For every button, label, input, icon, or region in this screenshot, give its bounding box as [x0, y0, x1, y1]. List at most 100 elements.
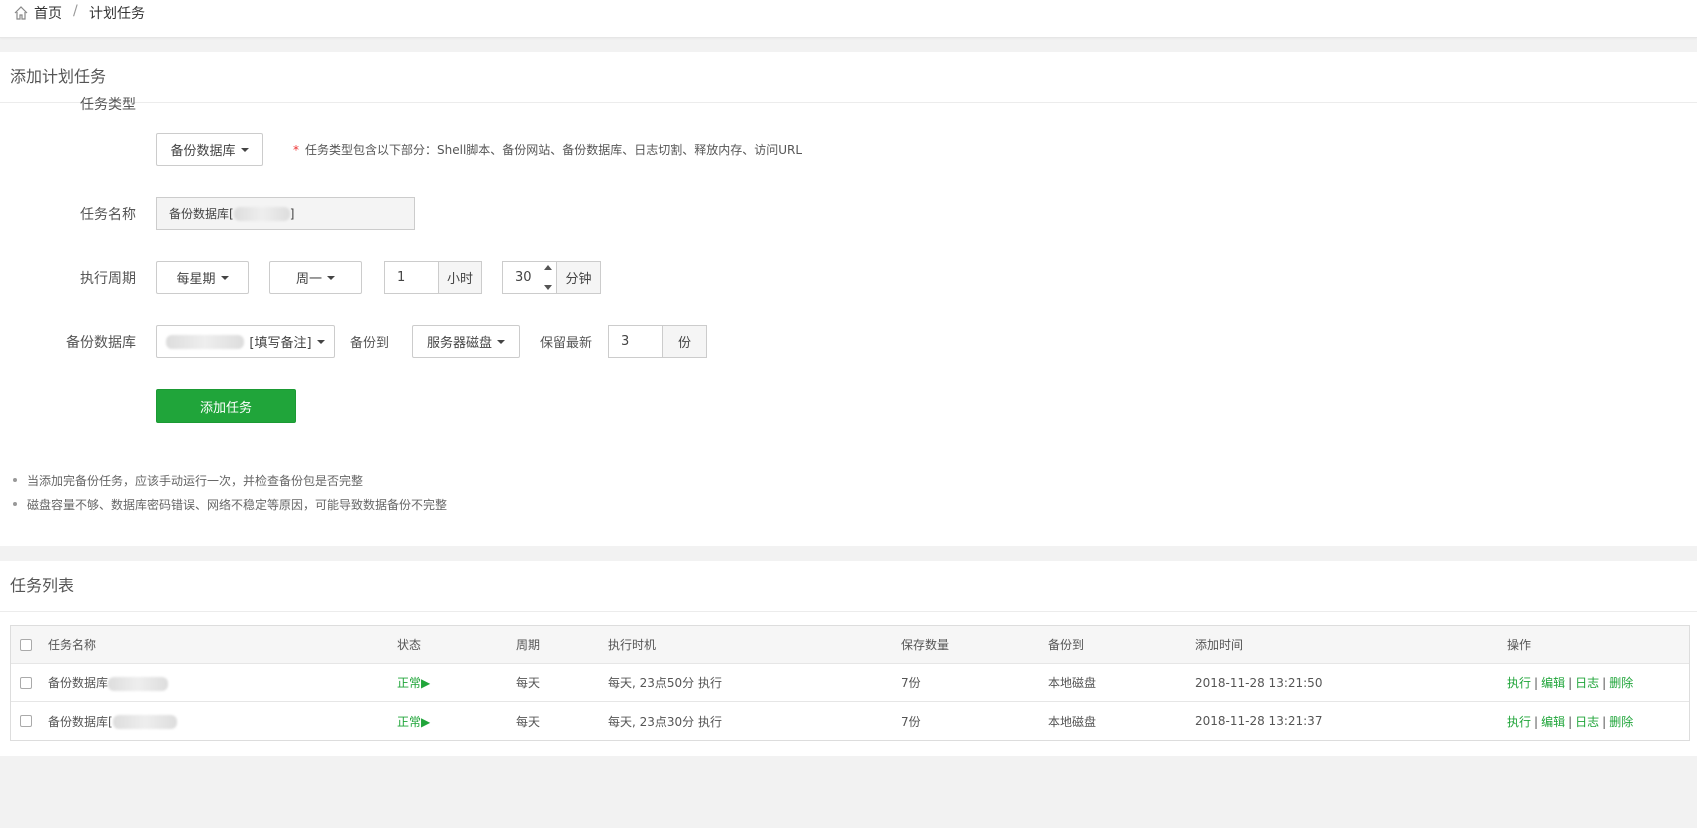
redacted-text — [112, 715, 177, 729]
added-time-cell: 2018-11-28 13:21:50 — [1195, 675, 1323, 690]
task-list-title: 任务列表 — [10, 576, 75, 595]
task-type-select[interactable]: 备份数据库 — [156, 133, 263, 166]
stepper-down-icon[interactable] — [544, 285, 552, 290]
edit-link[interactable]: 编辑 — [1541, 715, 1565, 729]
caret-down-icon — [220, 275, 229, 280]
task-name-cell: 备份数据库 — [48, 674, 169, 691]
table-row: 备份数据库[ 正常▶ 每天 每天, 23点30分 执行 7份 本地磁盘 2018… — [11, 702, 1689, 740]
cycle-cell: 每天 — [516, 714, 541, 729]
breadcrumb: 首页 / 计划任务 — [0, 0, 1697, 38]
redacted-text — [108, 676, 169, 691]
add-task-button[interactable]: 添加任务 — [156, 389, 296, 423]
task-name-input[interactable]: 备份数据库[ ] — [156, 197, 415, 230]
note-item: 当添加完备份任务，应该手动运行一次，并检查备份包是否完整 — [13, 468, 447, 492]
task-type-hint-text: 任务类型包含以下部分：Shell脚本、备份网站、备份数据库、日志切割、释放内存、… — [305, 143, 803, 157]
breadcrumb-separator: / — [73, 3, 78, 19]
column-header: 保存数量 — [901, 638, 950, 652]
added-time-cell: 2018-11-28 13:21:37 — [1195, 714, 1323, 728]
status-badge[interactable]: 正常▶ — [397, 674, 430, 691]
delete-link[interactable]: 删除 — [1609, 676, 1633, 690]
minute-stepper[interactable] — [541, 262, 555, 293]
caret-down-icon — [327, 275, 335, 280]
task-name-value: 备份数据库[ — [169, 207, 234, 221]
separator: | — [1568, 714, 1573, 729]
column-header: 状态 — [397, 638, 422, 652]
keep-input[interactable]: 3 — [608, 325, 663, 358]
minute-value: 30 — [515, 270, 532, 285]
caret-down-icon — [497, 339, 505, 344]
backup-to-select[interactable]: 服务器磁盘 — [412, 325, 520, 358]
note-item: 磁盘容量不够、数据库密码错误、网络不稳定等原因，可能导致数据备份不完整 — [13, 492, 447, 516]
keep-value: 3 — [621, 334, 630, 349]
column-header: 任务名称 — [48, 638, 97, 652]
row-actions: 执行 | 编辑 | 日志 | 删除 — [1507, 674, 1633, 691]
cycle-cell: 每天 — [516, 676, 541, 690]
redacted-text — [166, 334, 245, 349]
redacted-text — [233, 206, 290, 221]
panel-divider — [0, 102, 1697, 103]
timing-cell: 每天, 23点50分 执行 — [608, 676, 722, 690]
minute-unit: 分钟 — [557, 261, 601, 294]
hour-unit: 小时 — [439, 261, 482, 294]
db-select[interactable]: [填写备注] — [156, 325, 335, 358]
hour-value: 1 — [397, 270, 406, 285]
breadcrumb-current: 计划任务 — [89, 6, 145, 22]
breadcrumb-home[interactable]: 首页 — [13, 3, 62, 23]
column-header: 添加时间 — [1195, 638, 1244, 652]
edit-link[interactable]: 编辑 — [1541, 676, 1565, 690]
keep-unit: 份 — [663, 325, 707, 358]
task-list-panel: 任务列表 任务名称 状态 周期 执行时机 保存数量 备份到 添加时间 操作 备份… — [0, 561, 1697, 756]
column-header: 执行时机 — [608, 638, 657, 652]
cycle-value: 每星期 — [176, 272, 216, 287]
backup-to-value: 服务器磁盘 — [426, 336, 492, 351]
table-header-row: 任务名称 状态 周期 执行时机 保存数量 备份到 添加时间 操作 — [11, 626, 1689, 664]
note-text: 磁盘容量不够、数据库密码错误、网络不稳定等原因，可能导致数据备份不完整 — [27, 497, 448, 512]
caret-down-icon — [240, 147, 249, 152]
weekday-select[interactable]: 周一 — [269, 261, 362, 294]
separator: | — [1602, 714, 1607, 729]
home-icon — [14, 6, 28, 20]
log-link[interactable]: 日志 — [1575, 676, 1599, 690]
stepper-up-icon[interactable] — [544, 265, 552, 270]
log-link[interactable]: 日志 — [1575, 715, 1599, 729]
task-name-label: 任务名称 — [80, 207, 136, 223]
column-header: 备份到 — [1048, 638, 1085, 652]
run-link[interactable]: 执行 — [1507, 676, 1531, 690]
task-type-value: 备份数据库 — [170, 144, 236, 159]
timing-cell: 每天, 23点30分 执行 — [608, 714, 722, 729]
notes-list: 当添加完备份任务，应该手动运行一次，并检查备份包是否完整 磁盘容量不够、数据库密… — [13, 468, 447, 516]
row-checkbox[interactable] — [20, 715, 32, 727]
backup-to-cell: 本地磁盘 — [1048, 714, 1097, 729]
run-link[interactable]: 执行 — [1507, 715, 1531, 729]
delete-link[interactable]: 删除 — [1609, 715, 1633, 729]
hour-input[interactable]: 1 — [384, 261, 439, 294]
panel-divider — [0, 611, 1697, 612]
task-type-label: 任务类型 — [80, 97, 136, 113]
table-row: 备份数据库 正常▶ 每天 每天, 23点50分 执行 7份 本地磁盘 2018-… — [11, 664, 1689, 702]
caret-down-icon — [316, 339, 325, 344]
task-name-text: 备份数据库 — [48, 676, 109, 690]
status-badge[interactable]: 正常▶ — [397, 713, 430, 730]
row-checkbox[interactable] — [20, 676, 32, 689]
keep-cell: 7份 — [901, 714, 921, 729]
keep-label: 保留最新 — [540, 336, 593, 351]
keep-cell: 7份 — [901, 676, 921, 690]
breadcrumb-home-label[interactable]: 首页 — [34, 3, 62, 23]
task-type-hint: * 任务类型包含以下部分：Shell脚本、备份网站、备份数据库、日志切割、释放内存… — [293, 141, 802, 158]
bullet-icon — [13, 478, 17, 482]
column-header: 周期 — [516, 638, 541, 652]
task-name-cell: 备份数据库[ — [48, 713, 177, 730]
db-label: 备份数据库 — [66, 335, 136, 351]
db-value: [填写备注] — [249, 336, 312, 351]
task-name-suffix: ] — [289, 206, 295, 221]
bullet-icon — [13, 502, 17, 506]
backup-to-label: 备份到 — [350, 336, 390, 351]
cycle-label: 执行周期 — [80, 271, 136, 287]
separator: | — [1602, 676, 1607, 690]
separator: | — [1534, 676, 1539, 690]
backup-to-cell: 本地磁盘 — [1048, 676, 1097, 690]
add-task-panel: 添加计划任务 任务类型 备份数据库 * 任务类型包含以下部分：Shell脚本、备份… — [0, 52, 1697, 546]
select-all-checkbox[interactable] — [20, 638, 32, 651]
cycle-select[interactable]: 每星期 — [156, 261, 249, 294]
required-star: * — [293, 143, 299, 157]
